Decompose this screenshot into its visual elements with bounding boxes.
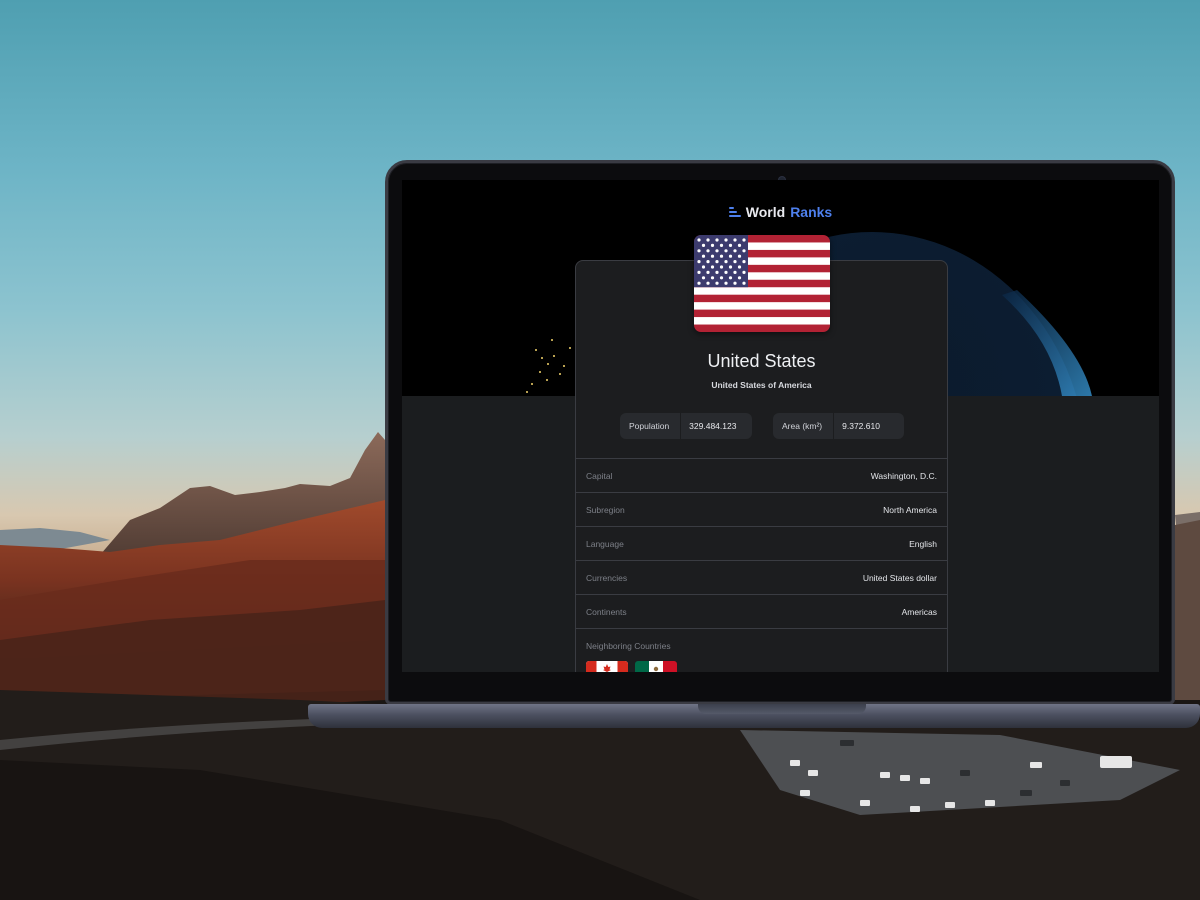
laptop-screen: World Ranks United States United States … [402,180,1159,672]
detail-label: Subregion [586,504,625,515]
detail-row-subregion: Subregion North America [576,492,947,526]
detail-value: Washington, D.C. [870,470,937,481]
neighboring-countries: Neighboring Countries [576,628,947,672]
detail-row-capital: Capital Washington, D.C. [576,458,947,492]
detail-row-language: Language English [576,526,947,560]
detail-label: Currencies [586,572,628,583]
detail-value: North America [883,504,937,515]
detail-value: English [909,538,937,549]
logo-word-world: World [745,204,786,220]
us-flag-icon [694,235,830,332]
detail-row-continents: Continents Americas [576,594,947,628]
country-detail-card: United States United States of America P… [575,235,948,672]
laptop-hinge-notch [698,704,866,714]
detail-label: Continents [586,606,627,617]
detail-value: Americas [901,606,937,617]
canada-flag-icon[interactable] [586,661,628,672]
country-official-name: United States of America [711,380,812,390]
population-value: 329.484.123 [689,421,737,431]
stat-divider [680,413,682,439]
area-label: Area (km²) [782,421,823,431]
area-stat: Area (km²) 9.372.610 [773,413,904,439]
neighbor-flags [586,661,937,672]
country-details-list: Capital Washington, D.C. Subregion North… [576,458,947,672]
mexico-flag-icon[interactable] [635,661,677,672]
detail-row-currencies: Currencies United States dollar [576,560,947,594]
population-stat: Population 329.484.123 [620,413,752,439]
area-value: 9.372.610 [842,421,880,431]
neighbors-label: Neighboring Countries [586,641,671,651]
detail-value: United States dollar [862,572,937,583]
laptop-lid: World Ranks United States United States … [385,160,1175,705]
detail-label: Language [586,538,624,549]
laptop-base [308,704,1200,728]
detail-label: Capital [586,470,613,481]
population-label: Population [629,421,670,431]
stat-divider [833,413,835,439]
country-name: United States [707,351,816,371]
ranking-bars-icon [728,207,741,217]
app-logo[interactable]: World Ranks [402,204,1159,220]
logo-word-ranks: Ranks [790,204,833,220]
